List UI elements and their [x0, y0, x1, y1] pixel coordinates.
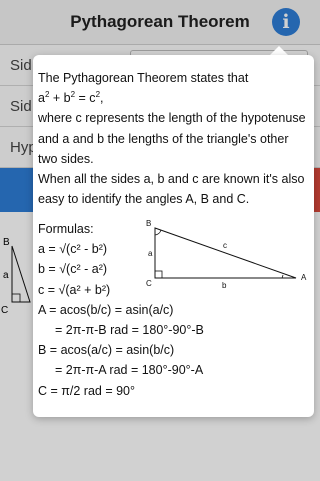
intro-line-2: where c represents the length of the hyp…: [38, 111, 306, 166]
diagram-label-A: A: [301, 273, 307, 282]
diagram-label-B: B: [146, 219, 151, 228]
formula-angle-c: C = π/2 rad = 90°: [38, 383, 136, 398]
diagram-label-a: a: [148, 249, 153, 258]
equation: a2 + b2 = c2,: [38, 90, 104, 106]
formula-angle-a: A = acos(b/c) = asin(a/c): [38, 302, 174, 317]
diagram-label-C: C: [146, 279, 152, 288]
popup-intro: The Pythagorean Theorem states that a2 +…: [38, 68, 310, 209]
popup-arrow: [270, 46, 288, 55]
formula-angle-b: B = acos(a/c) = asin(b/c): [38, 343, 175, 358]
triangle-shape: [154, 227, 297, 279]
formula-angle-a-alt: = 2π-π-B rad = 180°-90°-B: [55, 323, 204, 338]
diagram-label-b: b: [222, 281, 227, 290]
intro-line-3: When all the sides a, b and c are known …: [38, 172, 305, 207]
diagram-label-c: c: [223, 241, 227, 250]
right-angle-marker: [154, 270, 163, 279]
angle-b-arc: [154, 229, 162, 236]
info-popup: The Pythagorean Theorem states that a2 +…: [33, 55, 314, 417]
formula-angle-b-alt: = 2π-π-A rad = 180°-90°-A: [55, 363, 204, 378]
intro-line-1: The Pythagorean Theorem states that: [38, 71, 249, 85]
triangle-diagram: B C A a b c: [146, 219, 307, 290]
